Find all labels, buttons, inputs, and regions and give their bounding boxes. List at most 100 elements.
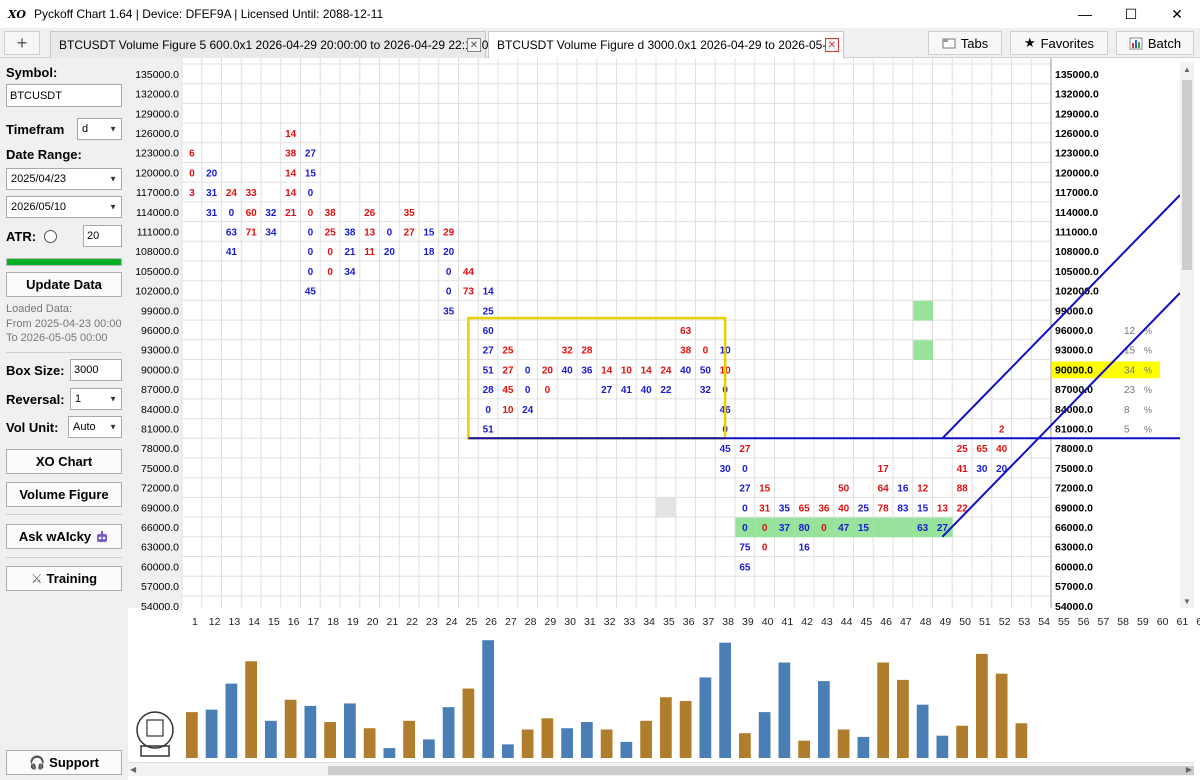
cell-value: 0 — [446, 287, 452, 298]
cell-value: 65 — [799, 503, 811, 514]
price-label-left: 99000.0 — [141, 305, 179, 317]
column-label: 21 — [387, 616, 399, 628]
cell-value: 63 — [917, 523, 929, 534]
vol-unit-select[interactable]: Auto ▼ — [68, 416, 122, 438]
cell-value: 45 — [502, 385, 514, 396]
symbol-label: Symbol: — [6, 65, 58, 80]
divider — [6, 557, 122, 558]
volume-figure-button[interactable]: Volume Figure — [6, 482, 122, 507]
column-label: 56 — [1078, 616, 1090, 628]
point-figure-chart[interactable]: 135000.0 135000.0 132000.0 132000.0 129000.0… — [128, 58, 1200, 780]
volume-bar — [818, 681, 830, 758]
update-data-button[interactable]: Update Data — [6, 272, 122, 297]
cell-value: 14 — [483, 287, 495, 298]
tab-volume-figure-5[interactable]: BTCUSDT Volume Figure 5 600.0x1 2026-04-… — [50, 31, 495, 58]
cell-value: 15 — [423, 227, 435, 238]
price-label-right: 87000.0 — [1055, 384, 1093, 396]
date-to-value: 2026/05/10 — [11, 201, 67, 213]
column-label: 31 — [584, 616, 596, 628]
price-label-left: 117000.0 — [136, 187, 179, 199]
cell-value: 80 — [799, 523, 811, 534]
chevron-down-icon: ▼ — [109, 124, 117, 134]
symbol-input[interactable]: BTCUSDT — [6, 84, 122, 107]
price-label-left: 96000.0 — [141, 325, 179, 337]
price-label-left: 81000.0 — [141, 423, 179, 435]
maximize-button[interactable]: ☐ — [1108, 0, 1154, 28]
cell-value: 41 — [957, 464, 969, 475]
cell-value: 65 — [976, 444, 988, 455]
price-label-left: 111000.0 — [137, 226, 179, 238]
training-button[interactable]: ⚔ Training — [6, 566, 122, 591]
scroll-up-icon[interactable]: ▲ — [1183, 65, 1191, 74]
favorites-button[interactable]: ★ Favorites — [1010, 31, 1108, 55]
reversal-select[interactable]: 1 ▼ — [70, 388, 122, 410]
column-label: 52 — [999, 616, 1011, 628]
tabs-button[interactable]: Tabs — [928, 31, 1002, 55]
date-from-picker[interactable]: 2025/04/23 ▼ — [6, 168, 122, 190]
cell-value: 0 — [485, 405, 491, 416]
close-button[interactable]: ✕ — [1154, 0, 1200, 28]
ask-waicky-button[interactable]: Ask wAIcky — [6, 524, 122, 549]
volume-bar — [225, 683, 238, 758]
column-label: 25 — [466, 616, 478, 628]
volume-bar — [758, 712, 771, 758]
cell-value: 15 — [917, 503, 929, 514]
scroll-left-icon[interactable]: ◀ — [130, 765, 136, 774]
price-label-right: 102000.0 — [1055, 286, 1099, 298]
tab-volume-figure-d[interactable]: BTCUSDT Volume Figure d 3000.0x1 2026-04… — [488, 31, 844, 58]
close-tab-icon[interactable]: ✕ — [467, 38, 481, 52]
cell-value: 32 — [265, 208, 277, 219]
vertical-scrollbar[interactable]: ▲ ▼ — [1180, 62, 1194, 608]
scroll-down-icon[interactable]: ▼ — [1183, 597, 1191, 606]
batch-button[interactable]: Batch — [1116, 31, 1194, 55]
price-label-left: 54000.0 — [141, 601, 179, 613]
cell-value: 34 — [265, 227, 277, 238]
xo-chart-button[interactable]: XO Chart — [6, 449, 122, 474]
price-label-left: 132000.0 — [135, 89, 179, 101]
column-label: 58 — [1117, 616, 1129, 628]
atr-input[interactable]: 20 — [83, 225, 122, 247]
column-label: 13 — [229, 616, 241, 628]
price-label-right: 81000.0 — [1055, 423, 1093, 435]
date-to-picker[interactable]: 2026/05/10 ▼ — [6, 196, 122, 218]
scroll-thumb[interactable] — [1182, 80, 1192, 270]
column-label: 42 — [801, 616, 813, 628]
star-icon: ★ — [1023, 35, 1036, 50]
add-tab-button[interactable]: + — [4, 31, 40, 55]
column-label: 47 — [900, 616, 912, 628]
atr-radio[interactable] — [44, 230, 57, 243]
horizontal-scrollbar[interactable]: ◀ ▶ — [128, 762, 1194, 776]
cell-value: 0 — [308, 227, 314, 238]
cell-value: 51 — [483, 424, 495, 435]
scroll-thumb[interactable] — [328, 766, 1194, 775]
cell-value: 37 — [779, 523, 791, 534]
column-label: 17 — [308, 616, 320, 628]
cell-value: 27 — [483, 346, 495, 357]
box-size-input[interactable]: 3000 — [70, 359, 122, 381]
column-label: 15 — [268, 616, 280, 628]
volume-bar — [561, 728, 573, 758]
price-label-right: 129000.0 — [1055, 108, 1099, 120]
progress-fill — [7, 259, 121, 265]
column-label: 57 — [1098, 616, 1110, 628]
scroll-right-icon[interactable]: ▶ — [1186, 765, 1192, 774]
loaded-data-label: Loaded Data: — [6, 303, 73, 315]
support-button[interactable]: 🎧 Support — [6, 750, 122, 775]
close-tab-icon[interactable]: ✕ — [825, 38, 839, 52]
timeframe-select[interactable]: d ▼ — [77, 118, 122, 140]
chart-area[interactable]: 135000.0 135000.0 132000.0 132000.0 129000.0… — [128, 58, 1200, 780]
price-label-left: 114000.0 — [136, 207, 179, 219]
column-label: 61 — [1177, 616, 1189, 628]
atr-label: ATR: — [6, 229, 37, 244]
chevron-down-icon: ▼ — [109, 422, 117, 432]
cell-value: 2 — [999, 424, 1005, 435]
mascot-icon — [136, 711, 174, 749]
window-title: Pyckoff Chart 1.64 | Device: DFEF9A | Li… — [33, 7, 384, 21]
grey-cell — [656, 497, 677, 518]
minimize-button[interactable]: — — [1062, 0, 1108, 28]
pct-value: 8 — [1124, 405, 1130, 416]
volume-bar — [403, 720, 415, 758]
column-label: 39 — [742, 616, 754, 628]
volume-bar — [521, 729, 534, 758]
price-label-left: 93000.0 — [141, 345, 179, 357]
